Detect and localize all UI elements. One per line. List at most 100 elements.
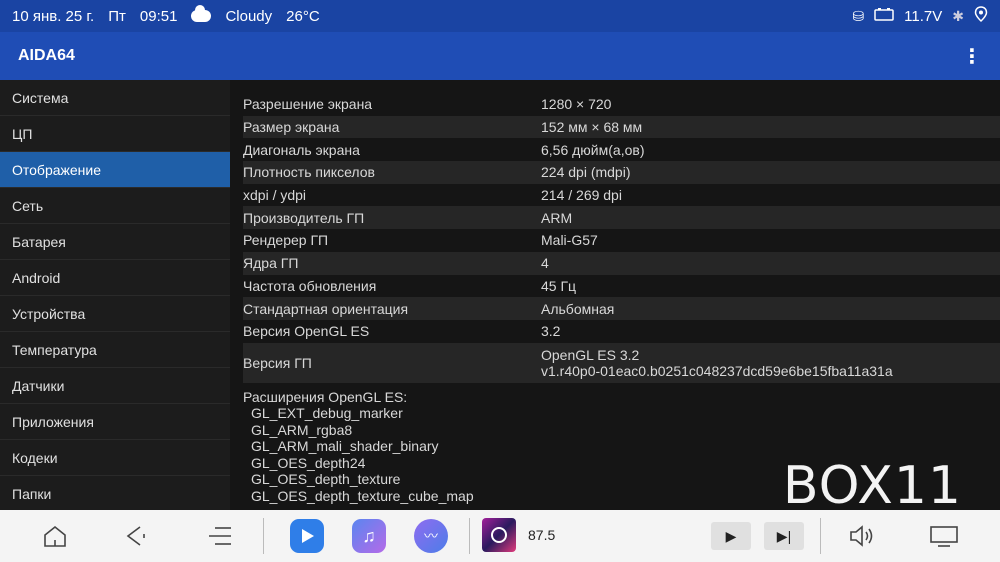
sidebar-item-display[interactable]: Отображение [0, 152, 230, 188]
music-app-icon[interactable]: ♫ [352, 519, 386, 553]
home-icon[interactable] [42, 524, 68, 548]
sidebar-item-label: Датчики [12, 377, 65, 394]
bottom-bar: ♫ 〰 87.5 ▶ ▶| [0, 510, 1000, 562]
info-row: Частота обновления 45 Гц [243, 275, 1000, 298]
sidebar-item-network[interactable]: Сеть [0, 188, 230, 224]
voice-app-icon[interactable]: 〰 [414, 519, 448, 553]
info-value: 3.2 [541, 323, 561, 340]
sidebar-item-label: Батарея [12, 233, 66, 250]
sidebar-item-devices[interactable]: Устройства [0, 296, 230, 332]
play-button[interactable]: ▶ [711, 522, 751, 550]
sidebar-item-folders[interactable]: Папки [0, 476, 230, 510]
info-key: Версия OpenGL ES [243, 323, 370, 340]
info-key: Версия ГП [243, 354, 312, 371]
info-key: Частота обновления [243, 277, 377, 294]
info-row-gpu-version: Версия ГП OpenGL ES 3.2 v1.r40p0-01eac0.… [243, 342, 1000, 383]
sidebar-item-system[interactable]: Система [0, 80, 230, 116]
divider [820, 518, 821, 554]
info-key: xdpi / ydpi [243, 187, 307, 204]
sidebar-item-label: Устройства [12, 305, 86, 322]
status-bar: 10 янв. 25 г. Пт 09:51 Cloudy 26°C ⛁ 11.… [0, 0, 1000, 32]
info-value: ARM [541, 209, 573, 226]
status-weather: Cloudy [225, 7, 273, 25]
info-key: Плотность пикселов [243, 164, 375, 181]
app-bar: AIDA64 ⋮ [0, 32, 1000, 80]
info-row: Разрешение экрана 1280 × 720 [243, 93, 1000, 116]
sidebar-item-battery[interactable]: Батарея [0, 224, 230, 260]
sidebar-item-android[interactable]: Android [0, 260, 230, 296]
sidebar-item-label: Приложения [12, 413, 94, 430]
info-row: xdpi / ydpi 214 / 269 dpi [243, 184, 1000, 207]
bluetooth-icon: ✱ [952, 7, 964, 24]
info-row: Производитель ГП ARM [243, 206, 1000, 230]
screen-icon[interactable] [929, 524, 959, 548]
extension-item: GL_ARM_rgba8 [251, 421, 353, 438]
info-row: Рендерер ГП Mali-G57 [243, 229, 1000, 252]
sidebar-item-codecs[interactable]: Кодеки [0, 440, 230, 476]
sidebar-item-temperature[interactable]: Температура [0, 332, 230, 368]
info-value: Альбомная [541, 300, 615, 317]
radio-frequency: 87.5 [528, 527, 556, 543]
divider [263, 518, 264, 554]
info-key: Размер экрана [243, 119, 340, 136]
extension-item: GL_ARM_mali_shader_binary [251, 438, 439, 455]
sidebar-item-label: Отображение [12, 161, 102, 178]
status-day: Пт [108, 7, 126, 25]
info-key: Производитель ГП [243, 209, 365, 226]
app-title: AIDA64 [18, 47, 75, 64]
info-row: Размер экрана 152 мм × 68 мм [243, 115, 1000, 139]
info-key: Стандартная ориентация [243, 300, 409, 317]
info-table: Разрешение экрана 1280 × 720 Размер экран… [230, 93, 1000, 383]
extension-item: GL_EXT_debug_marker [251, 405, 403, 422]
info-row: Плотность пикселов 224 dpi (mdpi) [243, 161, 1000, 184]
gpu-version-line1: OpenGL ES 3.2 [541, 346, 640, 363]
status-time: 09:51 [139, 7, 178, 25]
info-value: 45 Гц [541, 277, 577, 294]
info-value: 152 мм × 68 мм [541, 119, 643, 136]
sidebar-item-label: Android [12, 269, 61, 286]
video-player-app-icon[interactable] [290, 519, 324, 553]
battery-icon [874, 7, 894, 25]
extensions-label: Расширения OpenGL ES: [243, 388, 408, 405]
sidebar-item-apps[interactable]: Приложения [0, 404, 230, 440]
info-value: Mali-G57 [541, 232, 598, 249]
status-voltage: 11.7V [904, 7, 943, 25]
divider [469, 518, 470, 554]
info-value: 1280 × 720 [541, 96, 612, 113]
info-value: 224 dpi (mdpi) [541, 164, 631, 181]
info-value: 6,56 дюйм(а,ов) [541, 141, 645, 158]
sidebar: Система ЦП Отображение Сеть Батарея Andr… [0, 80, 230, 510]
overflow-menu-icon[interactable]: ⋮ [962, 44, 982, 69]
sidebar-item-label: ЦП [12, 125, 33, 142]
info-row: Диагональ экрана 6,56 дюйм(а,ов) [243, 138, 1000, 161]
info-value: 4 [541, 255, 549, 272]
watermark: BOX11 [782, 456, 962, 516]
menu-icon[interactable] [207, 524, 235, 548]
car-seat-icon: ⛁ [852, 7, 865, 24]
info-key: Диагональ экрана [243, 141, 360, 158]
info-key: Ядра ГП [243, 255, 299, 272]
volume-icon[interactable] [848, 523, 876, 549]
status-date: 10 янв. 25 г. [12, 7, 95, 25]
sidebar-item-cpu[interactable]: ЦП [0, 116, 230, 152]
info-value: 214 / 269 dpi [541, 187, 622, 204]
info-key: Разрешение экрана [243, 96, 373, 113]
next-track-button[interactable]: ▶| [764, 522, 804, 550]
radio-album-art-icon[interactable] [482, 518, 516, 552]
sidebar-item-label: Кодеки [12, 449, 58, 466]
sidebar-item-label: Система [12, 89, 69, 106]
info-key: Рендерер ГП [243, 232, 329, 249]
info-row: Стандартная ориентация Альбомная [243, 297, 1000, 320]
display-info-panel: Разрешение экрана 1280 × 720 Размер экран… [230, 80, 1000, 510]
sidebar-item-label: Температура [12, 341, 97, 358]
gpu-version-line2: v1.r40p0-01eac0.b0251c048237dcd59e6be15f… [541, 362, 893, 379]
sidebar-item-label: Папки [12, 485, 52, 502]
info-value: OpenGL ES 3.2 v1.r40p0-01eac0.b0251c0482… [541, 347, 893, 379]
back-icon[interactable] [124, 524, 150, 548]
status-temp: 26°C [286, 7, 320, 25]
sidebar-item-sensors[interactable]: Датчики [0, 368, 230, 404]
location-icon [974, 6, 988, 26]
info-row: Версия OpenGL ES 3.2 [243, 320, 1000, 343]
sidebar-item-label: Сеть [12, 197, 44, 214]
info-row: Ядра ГП 4 [243, 251, 1000, 275]
